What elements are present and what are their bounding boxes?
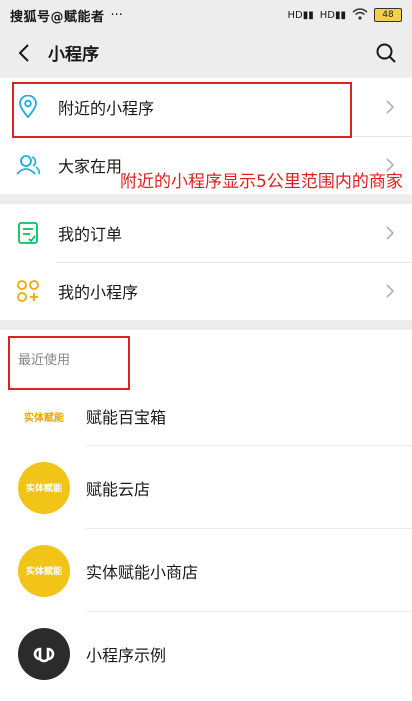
recent-app-item[interactable]: 小程序示例: [0, 612, 412, 695]
mini-program-grid-icon: [14, 277, 42, 305]
menu-section-2: 我的订单 我的小程序: [0, 204, 412, 320]
search-icon: [376, 43, 396, 63]
mini-program-logo-icon: [18, 627, 70, 680]
notification-dots-icon: ···: [110, 7, 123, 23]
hd-signal-icon: HD▮▮: [287, 9, 314, 21]
menu-item-label: 大家在用: [58, 157, 123, 176]
app-name: 赋能百宝箱: [86, 408, 167, 427]
wifi-icon: [352, 7, 368, 23]
nav-bar: 小程序: [0, 30, 412, 75]
menu-item-my-orders[interactable]: 我的订单: [0, 204, 412, 262]
annotation-box-nearby: [12, 82, 352, 138]
people-icon: [14, 151, 42, 179]
menu-item-label: 我的小程序: [58, 283, 139, 302]
chevron-right-icon: [386, 226, 395, 240]
page-title: 小程序: [48, 45, 99, 65]
app-logo: 实体赋能: [18, 461, 70, 514]
hd-signal-icon-2: HD▮▮: [319, 9, 346, 21]
status-carrier: 搜狐号@赋能者: [10, 9, 105, 25]
annotation-box-recent: [8, 336, 130, 390]
battery-indicator: 48: [374, 8, 402, 22]
app-name: 实体赋能小商店: [86, 562, 199, 582]
app-name: 小程序示例: [86, 645, 167, 665]
recent-app-item[interactable]: 实体赋能 赋能云店: [0, 446, 412, 529]
chevron-right-icon: [386, 100, 395, 114]
recent-app-item[interactable]: 实体赋能 实体赋能小商店: [0, 529, 412, 612]
app-logo: 实体赋能: [18, 390, 70, 442]
menu-item-label: 我的订单: [58, 225, 123, 244]
search-button[interactable]: [372, 39, 400, 67]
app-name: 赋能云店: [86, 479, 151, 499]
app-logo: 实体赋能: [18, 544, 70, 597]
menu-item-my-mini-programs[interactable]: 我的小程序: [0, 262, 412, 320]
order-list-icon: [14, 219, 42, 247]
chevron-right-icon: [386, 284, 395, 298]
back-arrow-icon: [18, 43, 29, 62]
annotation-note: 附近的小程序显示5公里范围内的商家: [120, 172, 403, 192]
back-button[interactable]: [12, 41, 36, 65]
status-bar: 搜狐号@赋能者 ··· HD▮▮ HD▮▮ 48: [0, 0, 412, 30]
recent-app-item[interactable]: 实体赋能 赋能百宝箱: [0, 386, 412, 446]
